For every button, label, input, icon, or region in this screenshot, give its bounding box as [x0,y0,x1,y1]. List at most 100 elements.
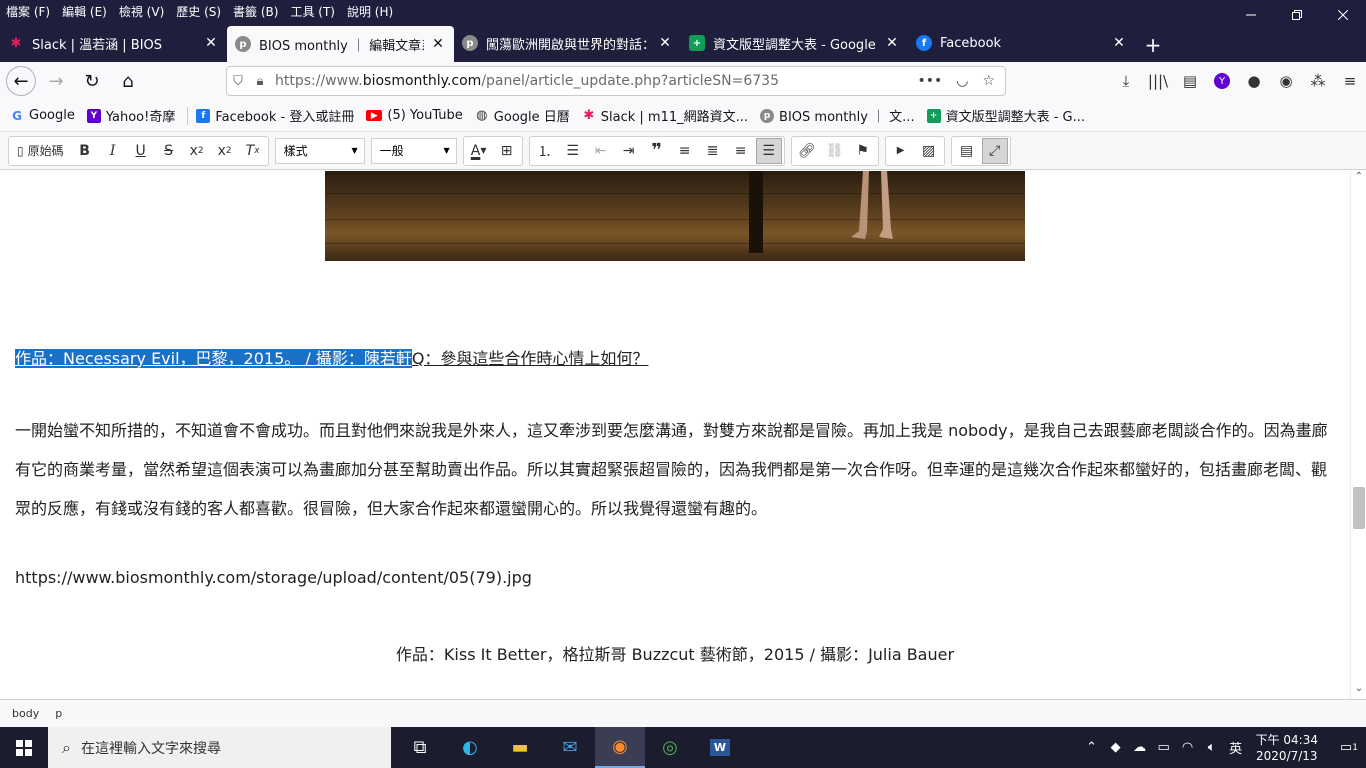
editor-content[interactable]: 作品：Necessary Evil，巴黎，2015。 / 攝影：陳若軒Q：參與這… [0,171,1350,699]
ime-indicator[interactable]: 英 [1224,738,1248,757]
lock-icon[interactable]: 🔒︎ [249,74,271,89]
bookmark-google[interactable]: G Google [10,108,75,123]
tab-bios-edit[interactable]: p BIOS monthly ｜ 編輯文章系統 ✕ [227,26,454,62]
extension-icon[interactable]: ◉ [1270,66,1302,96]
bookmark-sheets[interactable]: + 資文版型調整大表 - G... [926,106,1085,125]
image-url-text[interactable]: https://www.biosmonthly.com/storage/uplo… [15,568,532,587]
path-p[interactable]: p [55,707,62,720]
close-tab-icon[interactable]: ✕ [430,36,446,52]
firefox-icon[interactable]: ◉ [595,727,645,768]
more-actions-icon[interactable]: ••• [917,73,942,89]
format-dropdown[interactable]: 一般 ▼ [370,137,457,164]
decrease-indent-icon[interactable]: ⇤ [588,138,614,164]
path-body[interactable]: body [12,707,39,720]
youtube-embed-icon[interactable]: ▶ [888,138,914,164]
anchor-flag-icon[interactable]: ⚑ [850,138,876,164]
task-view-icon[interactable]: ⧉ [395,727,445,768]
strikethrough-button[interactable]: S [156,138,182,164]
close-tab-icon[interactable]: ✕ [884,35,900,51]
file-explorer-icon[interactable]: ▬ [495,727,545,768]
subscript-button[interactable]: x2 [184,138,210,164]
windows-start-button[interactable] [0,727,48,768]
tab-article[interactable]: p 闖蕩歐洲開啟與世界的對話： ✕ [454,26,681,60]
bookmark-slack[interactable]: ✱ Slack | m11_網路資文... [582,106,748,125]
edge-icon[interactable]: ◐ [445,727,495,768]
bold-button[interactable]: B [72,138,98,164]
scroll-down-icon[interactable]: ⌄ [1351,683,1366,699]
chevron-up-icon[interactable]: ⌃ [1080,740,1104,755]
underline-button[interactable]: U [128,138,154,164]
home-button[interactable]: ⌂ [112,65,144,97]
battery-icon[interactable]: ▭ [1152,740,1176,755]
new-tab-button[interactable]: + [1139,28,1167,62]
superscript-button[interactable]: x2 [212,138,238,164]
shield-icon[interactable]: ⛉ [227,74,249,89]
menu-history[interactable]: 歷史 (S) [176,3,221,20]
back-button[interactable]: ← [6,66,36,96]
tab-slack[interactable]: ✱ Slack | 溫若涵 | BIOS ✕ [0,26,227,60]
remove-format-button[interactable]: Tx [240,138,266,164]
scroll-up-icon[interactable]: ⌃ [1351,171,1366,187]
table-button[interactable]: ⊞ [494,138,520,164]
style-dropdown[interactable]: 樣式 ▼ [274,137,365,164]
url-text[interactable]: https://www.biosmonthly.com/panel/articl… [271,73,917,89]
volume-icon[interactable]: 🔈︎ [1200,740,1224,755]
text-color-button[interactable]: A ▼ [466,138,492,164]
menu-bookmarks[interactable]: 書籤 (B) [233,3,278,20]
hamburger-menu-icon[interactable]: ≡ [1334,66,1366,96]
menu-view[interactable]: 檢視 (V) [119,3,164,20]
align-right-icon[interactable]: ≡ [728,138,754,164]
library-icon[interactable]: |||\ [1142,66,1174,96]
photo-caption-and-question[interactable]: 作品：Necessary Evil，巴黎，2015。 / 攝影：陳若軒Q：參與這… [15,345,648,369]
chrome-icon[interactable]: ◎ [645,727,695,768]
wifi-icon[interactable]: ◠ [1176,740,1200,755]
question-heading[interactable]: Q：參與這些合作時心情上如何？ [412,349,649,368]
close-tab-icon[interactable]: ✕ [657,35,673,51]
word-icon[interactable]: W [695,727,745,768]
increase-indent-icon[interactable]: ⇥ [616,138,642,164]
color-extension-icon[interactable]: ● [1238,66,1270,96]
mail-icon[interactable]: ✉ [545,727,595,768]
bookmark-star-icon[interactable]: ☆ [982,73,995,89]
reload-button[interactable]: ↻ [76,65,108,97]
templates-icon[interactable]: ▤ [954,138,980,164]
editor-scrollbar[interactable]: ⌃ ⌄ [1350,171,1366,699]
link-icon[interactable]: 🔗︎ [794,138,820,164]
cloud-icon[interactable]: ☁ [1128,740,1152,755]
extensions-grid-icon[interactable]: ⁂ [1302,66,1334,96]
notification-icon[interactable]: ▭ 1 [1326,740,1366,755]
numbered-list-icon[interactable]: ⒈ [532,138,558,164]
image-icon[interactable]: ▨ [916,138,942,164]
bookmark-google-calendar[interactable]: ◍ Google 日曆 [475,106,570,125]
unlink-icon[interactable]: ⛓ [822,138,848,164]
sidebar-icon[interactable]: ▤ [1174,66,1206,96]
bookmark-bios[interactable]: p BIOS monthly ｜ 文... [760,106,915,125]
menu-help[interactable]: 說明 (H) [347,3,393,20]
bulleted-list-icon[interactable]: ☰ [560,138,586,164]
dropbox-icon[interactable]: ◆ [1104,740,1128,755]
bookmark-yahoo[interactable]: Y Yahoo!奇摩 [86,106,175,125]
tab-sheets[interactable]: + 資文版型調整大表 - Google 試 ✕ [681,26,908,60]
menu-edit[interactable]: 編輯 (E) [62,3,107,20]
download-icon[interactable]: ⤓ [1110,66,1142,96]
photo-caption[interactable]: 作品：Kiss It Better，格拉斯哥 Buzzcut 藝術節，2015 … [0,641,1350,665]
menu-file[interactable]: 檔案 (F) [6,3,50,20]
taskbar-search[interactable]: ⌕ 在這裡輸入文字來搜尋 [48,727,391,768]
pocket-icon[interactable]: ◡ [956,73,968,89]
justify-icon[interactable]: ☰ [755,137,782,164]
yahoo-extension-icon[interactable]: Y [1206,66,1238,96]
menu-tools[interactable]: 工具 (T) [290,3,335,20]
italic-button[interactable]: I [100,138,126,164]
tab-facebook[interactable]: f Facebook ✕ [908,26,1135,60]
url-bar[interactable]: ⛉ 🔒︎ https://www.biosmonthly.com/panel/a… [226,66,1006,96]
align-left-icon[interactable]: ≡ [672,138,698,164]
forward-button[interactable]: → [40,65,72,97]
scroll-thumb[interactable] [1353,487,1365,529]
close-tab-icon[interactable]: ✕ [1111,35,1127,51]
source-button[interactable]: ▯ 原始碼 [11,138,70,164]
answer-paragraph[interactable]: 一開始蠻不知所措的，不知道會不會成功。而且對他們來說我是外來人，這又牽涉到要怎麼… [15,411,1335,528]
selected-caption[interactable]: 作品：Necessary Evil，巴黎，2015。 / 攝影：陳若軒 [15,349,412,368]
close-tab-icon[interactable]: ✕ [203,35,219,51]
bookmark-youtube[interactable]: ▶ (5) YouTube [366,108,463,123]
align-center-icon[interactable]: ≣ [700,138,726,164]
